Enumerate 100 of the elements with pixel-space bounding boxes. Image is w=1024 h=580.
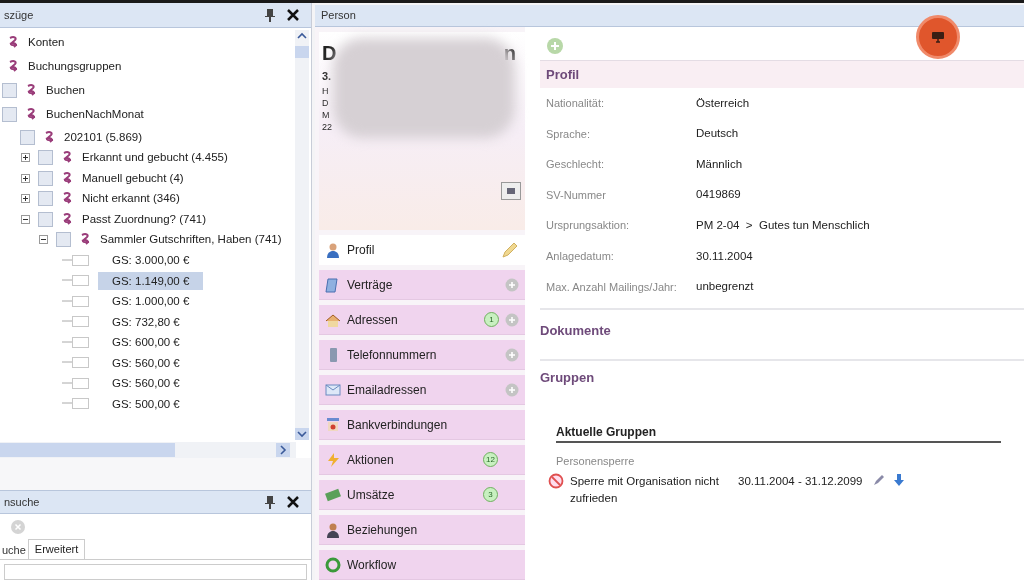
tree-item[interactable]: Manuell gebucht (4) (82, 169, 184, 187)
section-title: Profil (546, 65, 580, 84)
field-label: SV-Nummer (546, 187, 607, 203)
nav-item[interactable]: Umsätze 3 (319, 480, 525, 510)
field-value: Österreich (696, 95, 750, 111)
close-icon[interactable] (287, 8, 299, 21)
checkbox[interactable] (38, 211, 53, 227)
checkbox[interactable] (38, 150, 53, 166)
field-label: Anlagedatum: (546, 249, 615, 264)
count-badge: 3 (483, 487, 498, 502)
tree-item[interactable]: Erkannt und gebucht (4.455) (82, 149, 228, 167)
tree-item[interactable]: Konten (28, 34, 65, 52)
checkbox[interactable] (2, 83, 17, 99)
document-icon (325, 276, 341, 293)
tree-item[interactable]: Buchungsgruppen (28, 58, 122, 76)
search-field[interactable] (4, 564, 307, 580)
tree-item[interactable]: Sammler Gutschriften, Haben (741) (100, 231, 282, 249)
tree-item[interactable]: Passt Zuordnung? (741) (82, 210, 207, 228)
nav-item[interactable]: Profil (319, 235, 525, 265)
checkbox[interactable] (38, 170, 53, 186)
tree-item[interactable]: GS: 3.000,00 € (98, 251, 204, 270)
tree-node-box[interactable] (62, 274, 90, 288)
clear-icon[interactable] (10, 519, 26, 535)
field-value: Männlich (696, 156, 743, 172)
screen-share-button[interactable] (916, 15, 960, 59)
nav-item[interactable]: Beziehungen (319, 515, 525, 545)
tab[interactable]: Erweitert (27, 539, 86, 559)
scroll-down-icon[interactable] (295, 427, 309, 440)
lightning-icon (325, 451, 341, 468)
checkbox[interactable] (2, 107, 17, 123)
tree-node-box[interactable] (62, 397, 90, 411)
group-name: Sperre mit Organisation nicht zufrieden (570, 473, 720, 506)
scroll-right-icon[interactable] (276, 443, 290, 458)
arrow-down-icon[interactable] (892, 472, 907, 487)
tree-item[interactable]: GS: 500,00 € (98, 394, 194, 413)
vertical-scrollbar[interactable] (295, 29, 309, 440)
close-icon[interactable] (287, 496, 299, 509)
card-text: 22 (322, 120, 333, 133)
tab[interactable]: uche (0, 541, 28, 559)
name-text: n (503, 41, 516, 66)
collapse-icon[interactable] (38, 235, 48, 245)
nav-item[interactable]: Telefonnummern (319, 340, 525, 370)
card-text: H (322, 84, 330, 97)
card-icon (506, 186, 516, 196)
scroll-thumb[interactable] (0, 443, 175, 458)
tree-item[interactable]: GS: 1.000,00 € (98, 292, 204, 311)
count-badge: 12 (483, 452, 498, 467)
nav-item[interactable]: Workflow (319, 550, 525, 580)
nav-item[interactable]: Verträge (319, 270, 525, 300)
pencil-icon[interactable] (872, 472, 887, 487)
blocked-icon (548, 472, 564, 489)
field-label: Ursprungsaktion: (546, 218, 631, 234)
expand-icon[interactable] (20, 173, 30, 183)
bank-card-icon (325, 416, 341, 433)
add-icon[interactable] (546, 37, 564, 55)
checkbox[interactable] (20, 129, 35, 145)
tree-node-box[interactable] (62, 335, 90, 349)
tree-item[interactable]: 202101 (5.869) (64, 128, 142, 146)
nav-item[interactable]: Adressen 1 (319, 305, 525, 335)
tree-node-box[interactable] (62, 294, 90, 308)
tree-item[interactable]: Buchen (46, 82, 85, 100)
scroll-thumb[interactable] (295, 45, 309, 58)
pin-icon[interactable] (265, 7, 275, 22)
tree-item[interactable]: GS: 560,00 € (98, 374, 194, 393)
cycle-icon (325, 556, 341, 573)
tree-item[interactable]: GS: 732,80 € (98, 312, 194, 331)
section-title: Dokumente (540, 322, 612, 341)
tree-item[interactable]: BuchenNachMonat (46, 106, 144, 124)
field-value: 0419869 (696, 187, 741, 203)
add-icon[interactable] (505, 382, 519, 397)
tree-node-box[interactable] (62, 253, 90, 267)
add-icon[interactable] (505, 312, 519, 327)
vcard-button[interactable] (501, 182, 521, 200)
expand-icon[interactable] (20, 153, 30, 163)
subsection-title: Aktuelle Gruppen (556, 425, 656, 440)
nav-item[interactable]: Emailadressen (319, 375, 525, 405)
tree-item[interactable]: GS: 560,00 € (98, 353, 194, 372)
field-label: Nationalität: (546, 96, 606, 112)
field-label: Geschlecht: (546, 157, 606, 173)
tree-node-box[interactable] (62, 356, 90, 370)
panel-title: Person (321, 8, 356, 24)
collapse-icon[interactable] (20, 214, 30, 224)
pencil-icon[interactable] (501, 241, 519, 259)
field-label: Sprache: (546, 126, 592, 142)
tree-node-box[interactable] (62, 315, 90, 329)
tree-item[interactable]: GS: 1.149,00 € (98, 271, 204, 290)
field-value: PM 2-04 > Gutes tun Menschlich (696, 218, 870, 234)
envelope-icon (325, 381, 341, 398)
horizontal-scrollbar[interactable] (0, 442, 296, 459)
expand-icon[interactable] (20, 194, 30, 204)
nav-item[interactable]: Bankverbindungen (319, 410, 525, 440)
nav-item[interactable]: Aktionen 12 (319, 445, 525, 475)
pin-icon[interactable] (265, 495, 275, 510)
add-icon[interactable] (505, 277, 519, 292)
add-icon[interactable] (505, 347, 519, 362)
tree-item[interactable]: GS: 600,00 € (98, 333, 194, 352)
checkbox[interactable] (38, 191, 53, 207)
checkbox[interactable] (56, 232, 71, 248)
tree-node-box[interactable] (62, 376, 90, 390)
tree-item[interactable]: Nicht erkannt (346) (82, 190, 180, 208)
